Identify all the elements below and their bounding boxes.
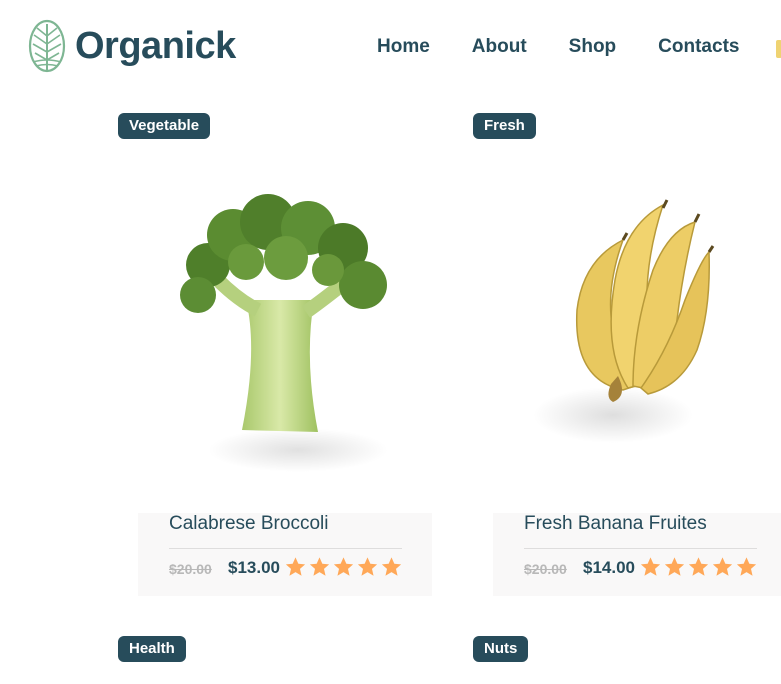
rating-stars bbox=[284, 556, 403, 578]
broccoli-image-icon bbox=[180, 194, 388, 472]
nav-about[interactable]: About bbox=[472, 36, 527, 58]
brand-name: Organick bbox=[75, 24, 236, 67]
product-name[interactable]: Calabrese Broccoli bbox=[169, 513, 328, 535]
product-image-broccoli[interactable] bbox=[118, 150, 432, 513]
nav-shop[interactable]: Shop bbox=[569, 36, 617, 58]
current-price: $14.00 bbox=[583, 558, 635, 577]
star-icon bbox=[357, 557, 378, 576]
product-divider bbox=[524, 548, 757, 549]
star-icon bbox=[688, 557, 709, 576]
search-pill-edge[interactable] bbox=[776, 40, 781, 58]
nav-contacts[interactable]: Contacts bbox=[658, 36, 739, 58]
star-icon bbox=[381, 557, 402, 576]
category-badge: Health bbox=[118, 636, 186, 662]
product-divider bbox=[169, 548, 402, 549]
main-nav: Home About Shop Contacts bbox=[377, 36, 739, 58]
leaf-logo-icon bbox=[28, 19, 66, 73]
category-badge: Fresh bbox=[473, 113, 536, 139]
current-price: $13.00 bbox=[228, 558, 280, 577]
star-icon bbox=[736, 557, 757, 576]
category-badge: Nuts bbox=[473, 636, 529, 662]
star-icon bbox=[664, 557, 685, 576]
old-price: $20.00 bbox=[524, 561, 567, 577]
product-name[interactable]: Fresh Banana Fruites bbox=[524, 513, 707, 535]
old-price: $20.00 bbox=[169, 561, 212, 577]
rating-stars bbox=[639, 556, 758, 578]
star-icon bbox=[285, 557, 306, 576]
star-icon bbox=[712, 557, 733, 576]
brand-logo[interactable]: Organick bbox=[27, 18, 236, 74]
category-badge: Vegetable bbox=[118, 113, 211, 139]
star-icon bbox=[333, 557, 354, 576]
star-icon bbox=[309, 557, 330, 576]
star-icon bbox=[640, 557, 661, 576]
product-image-banana[interactable] bbox=[473, 150, 781, 513]
nav-home[interactable]: Home bbox=[377, 36, 430, 58]
banana-image-icon bbox=[533, 199, 715, 443]
